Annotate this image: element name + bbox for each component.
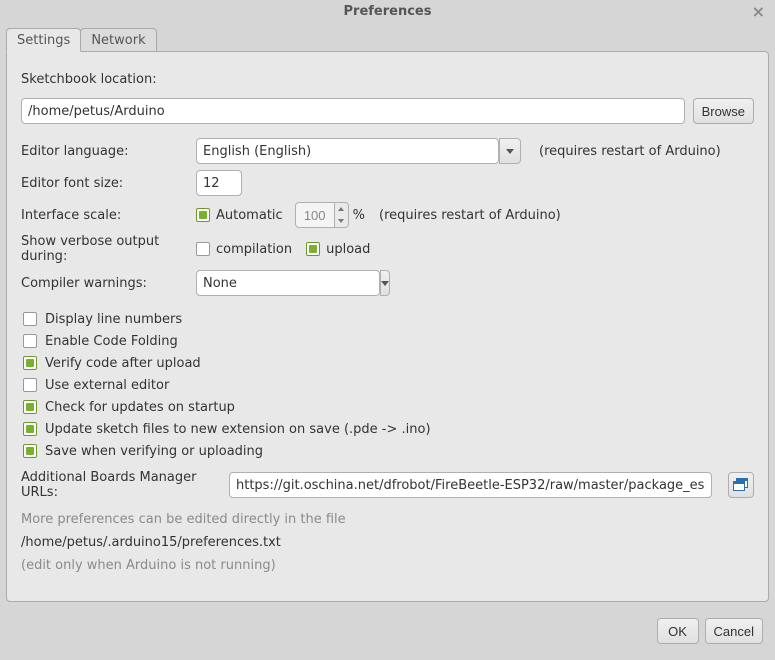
spinner-down[interactable] [335, 215, 348, 227]
spinner-buttons[interactable] [335, 202, 349, 228]
display-line-numbers-checkbox[interactable] [23, 312, 37, 326]
compilation-checkbox[interactable] [196, 242, 210, 256]
upload-label: upload [326, 242, 370, 257]
browse-label: Browse [702, 104, 745, 119]
check-updates-checkbox[interactable] [23, 400, 37, 414]
sketchbook-row: Sketchbook location: [21, 66, 754, 92]
dialog-buttons: OK Cancel [657, 618, 763, 644]
arrow-up-icon [338, 207, 344, 211]
verbose-label: Show verbose output during: [21, 234, 196, 264]
font-size-label: Editor font size: [21, 176, 196, 191]
scale-spinner[interactable] [295, 202, 349, 228]
content-area: Settings Network Sketchbook location: Br… [6, 28, 769, 602]
tab-settings-label: Settings [17, 33, 70, 48]
chevron-down-icon [506, 149, 514, 154]
language-restart-hint: (requires restart of Arduino) [539, 144, 721, 159]
automatic-label: Automatic [216, 208, 283, 223]
check-updates-label: Check for updates on startup [45, 400, 235, 415]
arrow-down-icon [338, 219, 344, 223]
update-sketch-ext-label: Update sketch files to new extension on … [45, 422, 431, 437]
cancel-label: Cancel [714, 624, 754, 639]
use-external-editor-checkbox[interactable] [23, 378, 37, 392]
cancel-button[interactable]: Cancel [705, 618, 763, 644]
close-icon[interactable]: × [752, 0, 765, 24]
automatic-checkbox[interactable] [196, 208, 210, 222]
enable-code-folding-checkbox[interactable] [23, 334, 37, 348]
warnings-dropdown-button[interactable] [380, 270, 390, 296]
more-prefs-note: More preferences can be edited directly … [21, 512, 754, 527]
percent-label: % [353, 208, 365, 223]
additional-urls-label: Additional Boards Manager URLs: [21, 470, 221, 500]
sketchbook-label: Sketchbook location: [21, 72, 157, 87]
scale-value [295, 202, 335, 228]
language-value[interactable] [196, 138, 499, 164]
verify-after-upload-label: Verify code after upload [45, 356, 201, 371]
spinner-up[interactable] [335, 203, 348, 215]
enable-code-folding-label: Enable Code Folding [45, 334, 178, 349]
preferences-window: Preferences × Settings Network Sketchboo… [0, 0, 775, 660]
tab-network[interactable]: Network [80, 28, 156, 52]
tab-network-label: Network [91, 33, 145, 48]
update-sketch-ext-checkbox[interactable] [23, 422, 37, 436]
interface-scale-label: Interface scale: [21, 208, 196, 223]
tab-settings[interactable]: Settings [6, 28, 81, 52]
warnings-value[interactable] [196, 270, 380, 296]
font-size-input[interactable] [196, 170, 242, 196]
compiler-warnings-label: Compiler warnings: [21, 276, 196, 291]
titlebar: Preferences × [0, 0, 775, 24]
upload-checkbox[interactable] [306, 242, 320, 256]
browse-button[interactable]: Browse [693, 98, 754, 124]
warnings-combo[interactable] [196, 270, 272, 296]
use-external-editor-label: Use external editor [45, 378, 169, 393]
chevron-down-icon [381, 281, 389, 286]
open-urls-dialog-button[interactable] [728, 472, 754, 498]
ok-label: OK [668, 624, 687, 639]
editor-language-label: Editor language: [21, 144, 196, 159]
ok-button[interactable]: OK [657, 618, 699, 644]
save-on-verify-label: Save when verifying or uploading [45, 444, 263, 459]
display-line-numbers-label: Display line numbers [45, 312, 182, 327]
compilation-label: compilation [216, 242, 292, 257]
additional-urls-input[interactable] [229, 472, 712, 498]
scale-restart-hint: (requires restart of Arduino) [379, 208, 561, 223]
prefs-file-path[interactable]: /home/petus/.arduino15/preferences.txt [21, 535, 754, 550]
verify-after-upload-checkbox[interactable] [23, 356, 37, 370]
language-dropdown-button[interactable] [499, 138, 521, 164]
save-on-verify-checkbox[interactable] [23, 444, 37, 458]
window-title: Preferences [344, 4, 432, 19]
sketchbook-input[interactable] [21, 98, 685, 124]
language-combo[interactable] [196, 138, 521, 164]
window-icon [733, 478, 749, 492]
edit-note: (edit only when Arduino is not running) [21, 558, 754, 573]
settings-panel: Sketchbook location: Browse Editor langu… [6, 51, 769, 602]
tabstrip: Settings Network [6, 28, 769, 52]
